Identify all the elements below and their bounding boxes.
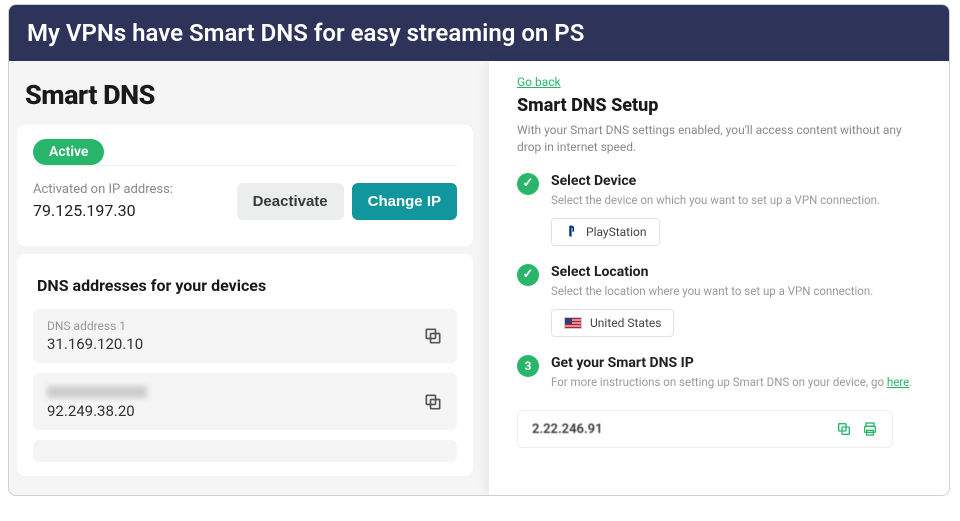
dns-address-value: 31.169.120.10 (47, 335, 143, 353)
dns-address-row-placeholder (33, 440, 457, 462)
dns-address-value: 92.249.38.20 (47, 402, 147, 420)
step-title: Select Location (551, 264, 873, 280)
change-ip-button[interactable]: Change IP (352, 183, 457, 220)
location-chip[interactable]: United States (551, 309, 674, 337)
dns-address-row: 92.249.38.20 (33, 373, 457, 430)
step-description: For more instructions on setting up Smar… (551, 374, 912, 390)
activated-ip-value: 79.125.197.30 (33, 201, 173, 220)
step-description: Select the location where you want to se… (551, 283, 873, 299)
print-icon[interactable] (862, 421, 878, 437)
step-title: Select Device (551, 173, 880, 189)
smart-dns-ip-value: 2.22.246.91 (532, 422, 603, 437)
smart-dns-panel: Smart DNS Active Activated on IP address… (9, 61, 489, 495)
instructions-link[interactable]: here (887, 375, 909, 389)
activated-ip-label: Activated on IP address: (33, 182, 173, 197)
setup-step: Select Device Select the device on which… (517, 173, 923, 246)
smart-dns-ip-card: 2.22.246.91 (517, 410, 893, 448)
copy-icon[interactable] (423, 326, 443, 346)
step-description: Select the device on which you want to s… (551, 192, 880, 208)
step-title: Get your Smart DNS IP (551, 355, 912, 371)
copy-icon[interactable] (836, 421, 852, 437)
us-flag-icon (564, 317, 582, 329)
step-complete-icon (517, 264, 539, 286)
dns-address-label-redacted (47, 386, 147, 398)
deactivate-button[interactable]: Deactivate (237, 183, 344, 220)
smart-dns-setup-panel: Go back Smart DNS Setup With your Smart … (489, 61, 949, 495)
step-number-badge: 3 (517, 355, 539, 377)
playstation-icon (564, 225, 578, 239)
setup-step: 3 Get your Smart DNS IP For more instruc… (517, 355, 923, 400)
page-title: Smart DNS (25, 79, 473, 111)
location-chip-label: United States (590, 316, 661, 330)
copy-icon[interactable] (423, 392, 443, 412)
dns-addresses-heading: DNS addresses for your devices (37, 276, 457, 295)
step-complete-icon (517, 173, 539, 195)
setup-description: With your Smart DNS settings enabled, yo… (517, 122, 923, 157)
setup-step: Select Location Select the location wher… (517, 264, 923, 337)
dns-address-row: DNS address 1 31.169.120.10 (33, 309, 457, 363)
status-badge: Active (33, 139, 104, 165)
setup-title: Smart DNS Setup (517, 95, 923, 116)
go-back-link[interactable]: Go back (517, 75, 923, 89)
device-chip[interactable]: PlayStation (551, 218, 660, 246)
device-chip-label: PlayStation (586, 225, 647, 239)
page-banner: My VPNs have Smart DNS for easy streamin… (9, 5, 949, 61)
dns-address-label: DNS address 1 (47, 319, 143, 333)
